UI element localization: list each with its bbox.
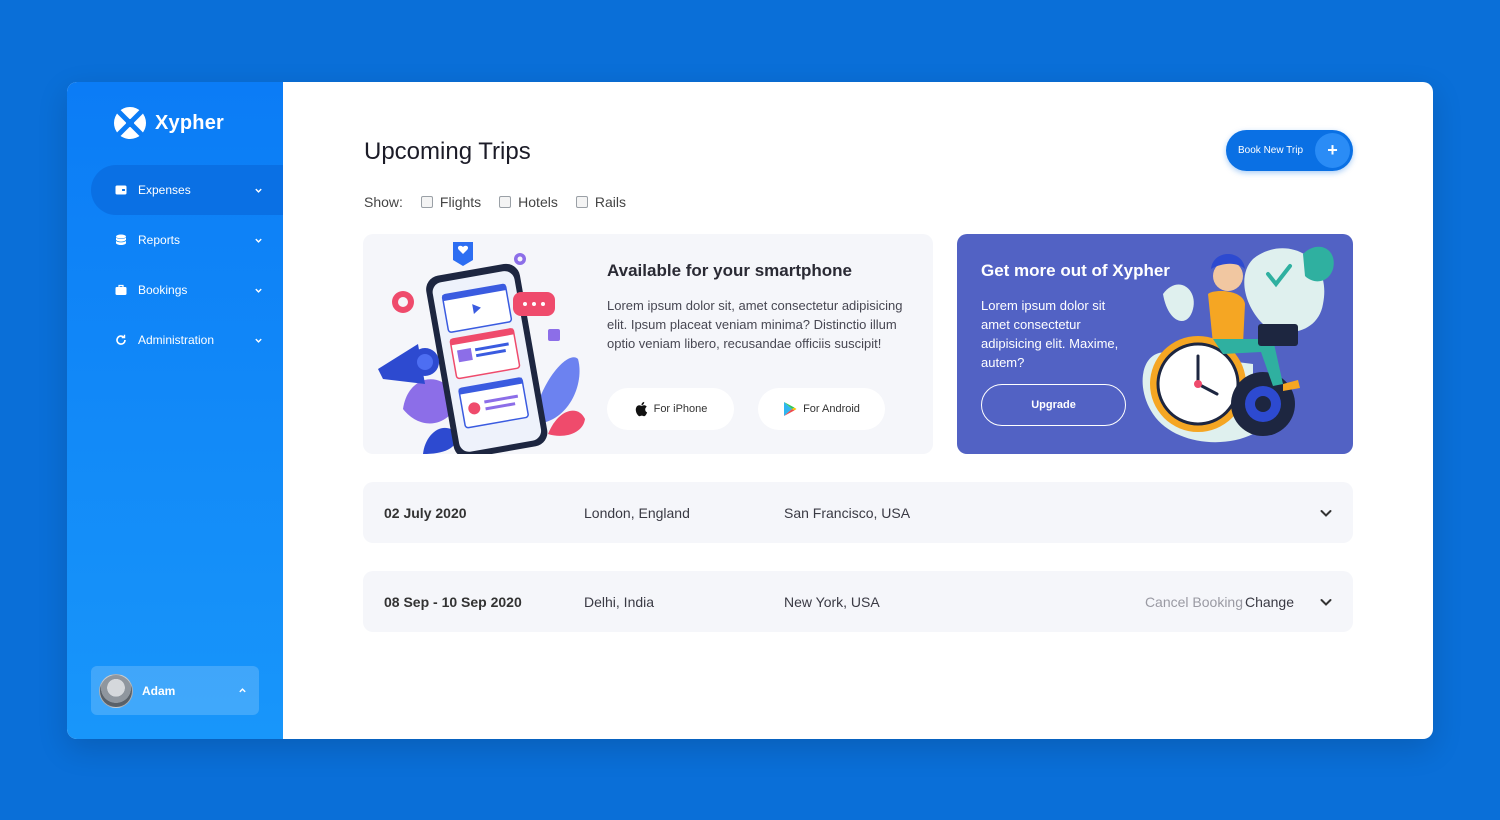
briefcase-icon: [115, 284, 127, 296]
chevron-down-icon: [255, 238, 262, 243]
chevron-down-icon: [255, 188, 262, 193]
smartphone-promo-title: Available for your smartphone: [607, 261, 852, 280]
smartphone-promo-description: Lorem ipsum dolor sit, amet consectetur …: [607, 298, 903, 351]
change-booking-link[interactable]: Change: [1245, 594, 1294, 610]
for-android-label: For Android: [803, 403, 860, 415]
trip-origin: Delhi, India: [584, 593, 655, 610]
user-name: Adam: [142, 683, 176, 698]
sidebar-item-label: Reports: [138, 233, 181, 247]
trip-filters: Show: Flights Hotels Rails: [364, 194, 644, 210]
filter-hotels[interactable]: Hotels: [499, 194, 558, 210]
trip-destination: New York, USA: [784, 593, 880, 610]
user-menu[interactable]: Adam: [91, 666, 259, 715]
sidebar-item-label: Administration: [138, 333, 215, 347]
sidebar-item-expenses[interactable]: Expenses: [91, 165, 283, 215]
sidebar-item-label: Bookings: [138, 283, 188, 297]
filter-hotels-checkbox[interactable]: [499, 196, 512, 208]
brand-name: Xypher: [155, 111, 225, 134]
sidebar-item-reports[interactable]: Reports: [91, 215, 283, 265]
filter-label: Hotels: [518, 194, 558, 210]
book-new-trip-label: Book New Trip: [1238, 145, 1304, 156]
filter-label: Flights: [439, 194, 482, 210]
trip-origin: London, England: [584, 504, 690, 521]
plus-icon: +: [1315, 133, 1350, 168]
book-new-trip-button[interactable]: Book New Trip +: [1226, 130, 1353, 171]
sidebar-nav: Expenses Reports Bookings Administration: [91, 165, 283, 365]
filter-rails-checkbox[interactable]: [575, 196, 588, 208]
smartphone-promo-card: Available for your smartphone Lorem ipsu…: [363, 234, 933, 454]
upgrade-promo-title: Get more out of Xypher: [981, 261, 1170, 280]
trip-row[interactable]: 02 July 2020 London, England San Francis…: [363, 482, 1353, 543]
chevron-down-icon[interactable]: [1319, 506, 1333, 520]
for-android-button[interactable]: For Android: [758, 388, 885, 430]
chevron-down-icon: [255, 338, 262, 343]
sidebar-item-administration[interactable]: Administration: [91, 315, 283, 365]
refresh-icon: [115, 334, 127, 346]
chevron-down-icon[interactable]: [1319, 595, 1333, 609]
sidebar-item-label: Expenses: [138, 183, 191, 197]
wallet-icon: [115, 184, 127, 196]
database-icon: [115, 234, 127, 246]
upgrade-button[interactable]: Upgrade: [981, 384, 1126, 426]
smartphone-illustration: [378, 242, 585, 454]
brand[interactable]: Xypher: [113, 106, 224, 140]
trip-date: 02 July 2020: [384, 504, 467, 521]
upgrade-promo-description: Lorem ipsum dolor sit amet consectetur a…: [981, 298, 1119, 370]
filter-rails[interactable]: Rails: [575, 194, 626, 210]
filter-label: Rails: [594, 194, 626, 210]
chevron-down-icon: [255, 288, 262, 293]
filter-show-label: Show:: [364, 194, 403, 210]
app-window: Xypher Expenses Reports Bookings Adminis…: [67, 82, 1433, 739]
for-iphone-button[interactable]: For iPhone: [607, 388, 734, 430]
google-play-icon: [784, 402, 797, 416]
trip-date: 08 Sep - 10 Sep 2020: [384, 593, 522, 610]
chevron-up-icon: [239, 688, 246, 693]
trip-row[interactable]: 08 Sep - 10 Sep 2020 Delhi, India New Yo…: [363, 571, 1353, 632]
main-content: Upcoming Trips Book New Trip + Show: Fli…: [283, 82, 1433, 739]
upgrade-promo-card: Get more out of Xypher Lorem ipsum dolor…: [957, 234, 1353, 454]
trip-destination: San Francisco, USA: [784, 504, 911, 521]
xypher-logo-icon: [114, 107, 146, 139]
page-title: Upcoming Trips: [364, 138, 531, 165]
cancel-booking-link[interactable]: Cancel Booking: [1145, 594, 1243, 610]
for-iphone-label: For iPhone: [653, 403, 708, 415]
avatar: [99, 673, 133, 708]
filter-flights[interactable]: Flights: [420, 194, 482, 210]
filter-flights-checkbox[interactable]: [420, 196, 433, 208]
apple-icon: [635, 401, 647, 417]
sidebar: Xypher Expenses Reports Bookings Adminis…: [67, 82, 283, 739]
sidebar-item-bookings[interactable]: Bookings: [91, 265, 283, 315]
